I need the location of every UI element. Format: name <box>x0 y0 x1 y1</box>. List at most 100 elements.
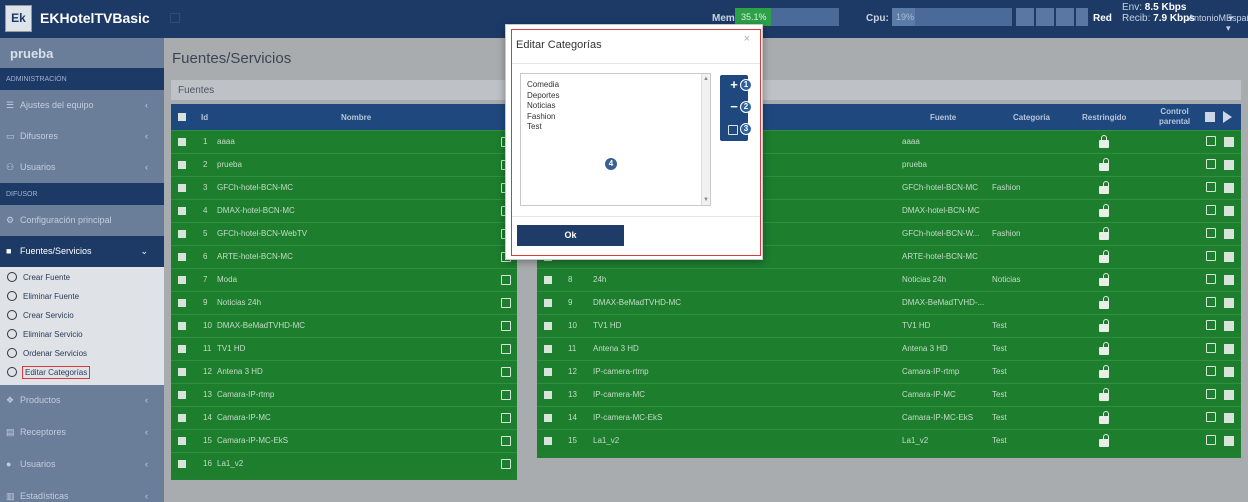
play-icon[interactable] <box>1223 111 1232 123</box>
table-row[interactable]: 14 Camara-IP-MC <box>171 406 517 428</box>
table-row[interactable]: 9 Noticias 24h <box>171 291 517 313</box>
sidebar-item-estadisticas[interactable]: ▥ Estadísticas ‹ <box>0 481 164 502</box>
table-row[interactable]: 1 aaaa <box>171 130 517 152</box>
edit-icon[interactable] <box>1206 412 1216 422</box>
edit-icon[interactable] <box>1206 297 1216 307</box>
row-checkbox[interactable] <box>178 460 186 468</box>
edit-icon[interactable] <box>1206 274 1216 284</box>
sidebar-item-config[interactable]: ⚙ Configuración principal <box>0 205 164 236</box>
row-checkbox[interactable] <box>544 322 552 330</box>
table-row[interactable]: 15 Camara-IP-MC-EkS <box>171 429 517 451</box>
category-item[interactable]: Test <box>527 122 542 131</box>
row-checkbox[interactable] <box>178 253 186 261</box>
row-checkbox[interactable] <box>544 437 552 445</box>
edit-icon[interactable] <box>501 298 511 308</box>
table-row[interactable]: 10 DMAX-BeMadTVHD-MC <box>171 314 517 336</box>
table-row[interactable]: 4 DMAX-hotel-BCN-MC <box>171 199 517 221</box>
edit-icon[interactable] <box>1206 366 1216 376</box>
scroll-down-icon[interactable]: ▼ <box>703 197 709 203</box>
row-checkbox[interactable] <box>544 368 552 376</box>
submenu-eliminar-fuente[interactable]: Eliminar Fuente <box>0 288 164 307</box>
row-checkbox[interactable] <box>544 276 552 284</box>
lock-icon[interactable] <box>1099 135 1109 148</box>
edit-icon[interactable] <box>501 436 511 446</box>
row-checkbox[interactable] <box>178 207 186 215</box>
sidebar-item-productos[interactable]: ❖ Productos ‹ <box>0 385 164 417</box>
category-item[interactable]: Noticias <box>527 101 555 110</box>
table-row[interactable]: 11 TV1 HD <box>171 337 517 359</box>
unlock-icon[interactable] <box>1099 250 1109 263</box>
unlock-icon[interactable] <box>1099 411 1109 424</box>
table-row[interactable]: 8 24h Noticias 24h Noticias <box>537 268 1241 290</box>
row-checkbox[interactable] <box>544 414 552 422</box>
row-checkbox[interactable] <box>178 299 186 307</box>
parental-checkbox[interactable] <box>1224 137 1234 147</box>
table-row[interactable]: 13 Camara-IP-rtmp <box>171 383 517 405</box>
edit-icon[interactable] <box>1206 389 1216 399</box>
close-icon[interactable]: × <box>744 33 750 45</box>
edit-icon[interactable] <box>1206 205 1216 215</box>
unlock-icon[interactable] <box>1099 273 1109 286</box>
sidebar-item-difusores[interactable]: ▭ Difusores ‹ <box>0 121 164 152</box>
submenu-crear-fuente[interactable]: Crear Fuente <box>0 269 164 288</box>
table-row[interactable]: 15 La1_v2 La1_v2 Test <box>537 429 1241 451</box>
parental-checkbox[interactable] <box>1224 436 1234 446</box>
parental-checkbox[interactable] <box>1224 344 1234 354</box>
table-row[interactable]: 11 Antena 3 HD Antena 3 HD Test <box>537 337 1241 359</box>
unlock-icon[interactable] <box>1099 181 1109 194</box>
table-row[interactable]: 12 Antena 3 HD <box>171 360 517 382</box>
sidebar-item-usuarios[interactable]: ● Usuarios ‹ <box>0 449 164 481</box>
category-item[interactable]: Deportes <box>527 91 559 100</box>
parental-checkbox[interactable] <box>1224 367 1234 377</box>
language-menu[interactable]: Español ▾ <box>1226 13 1248 34</box>
unlock-icon[interactable] <box>1099 319 1109 332</box>
parental-checkbox[interactable] <box>1224 298 1234 308</box>
category-list[interactable]: ▲ ▼ 4 Comedia Deportes Noticias Fashion Test <box>520 73 711 206</box>
edit-icon[interactable] <box>501 390 511 400</box>
table-row[interactable]: 6 ARTE-hotel-BCN-MC <box>171 245 517 267</box>
row-checkbox[interactable] <box>544 391 552 399</box>
edit-icon[interactable] <box>501 321 511 331</box>
table-row[interactable]: 16 La1_v2 <box>171 452 517 474</box>
edit-icon[interactable] <box>1206 320 1216 330</box>
row-checkbox[interactable] <box>544 345 552 353</box>
edit-icon[interactable] <box>1206 343 1216 353</box>
select-all-checkbox[interactable] <box>1205 112 1215 122</box>
scroll-up-icon[interactable]: ▲ <box>703 76 709 82</box>
row-checkbox[interactable] <box>178 138 186 146</box>
parental-checkbox[interactable] <box>1224 206 1234 216</box>
row-checkbox[interactable] <box>544 299 552 307</box>
sidebar-item-receptores[interactable]: ▤ Receptores ‹ <box>0 417 164 449</box>
edit-icon[interactable] <box>501 413 511 423</box>
row-checkbox[interactable] <box>178 414 186 422</box>
parental-checkbox[interactable] <box>1224 160 1234 170</box>
table-row[interactable]: 2 prueba <box>171 153 517 175</box>
edit-icon[interactable] <box>501 459 511 469</box>
edit-icon[interactable] <box>501 275 511 285</box>
parental-checkbox[interactable] <box>1224 183 1234 193</box>
table-row[interactable]: 7 Moda <box>171 268 517 290</box>
parental-checkbox[interactable] <box>1224 229 1234 239</box>
sidebar-item-usuarios-admin[interactable]: ⚇ Usuarios ‹ <box>0 152 164 183</box>
row-checkbox[interactable] <box>178 437 186 445</box>
parental-checkbox[interactable] <box>1224 390 1234 400</box>
parental-checkbox[interactable] <box>1224 321 1234 331</box>
unlock-icon[interactable] <box>1099 365 1109 378</box>
row-checkbox[interactable] <box>178 345 186 353</box>
sidebar-item-fuentes[interactable]: ■ Fuentes/Servicios ⌄ <box>0 236 164 267</box>
edit-icon[interactable] <box>501 367 511 377</box>
table-row[interactable]: 3 GFCh-hotel-BCN-MC <box>171 176 517 198</box>
row-checkbox[interactable] <box>178 230 186 238</box>
unlock-icon[interactable] <box>1099 342 1109 355</box>
unlock-icon[interactable] <box>1099 434 1109 447</box>
unlock-icon[interactable] <box>1099 296 1109 309</box>
row-checkbox[interactable] <box>178 184 186 192</box>
parental-checkbox[interactable] <box>1224 413 1234 423</box>
unlock-icon[interactable] <box>1099 227 1109 240</box>
submenu-ordenar-servicios[interactable]: Ordenar Servicios <box>0 345 164 364</box>
edit-icon[interactable] <box>1206 251 1216 261</box>
list-scrollbar[interactable]: ▲ ▼ <box>701 74 710 205</box>
row-checkbox[interactable] <box>178 161 186 169</box>
row-checkbox[interactable] <box>178 391 186 399</box>
ok-button[interactable]: Ok <box>517 225 624 246</box>
